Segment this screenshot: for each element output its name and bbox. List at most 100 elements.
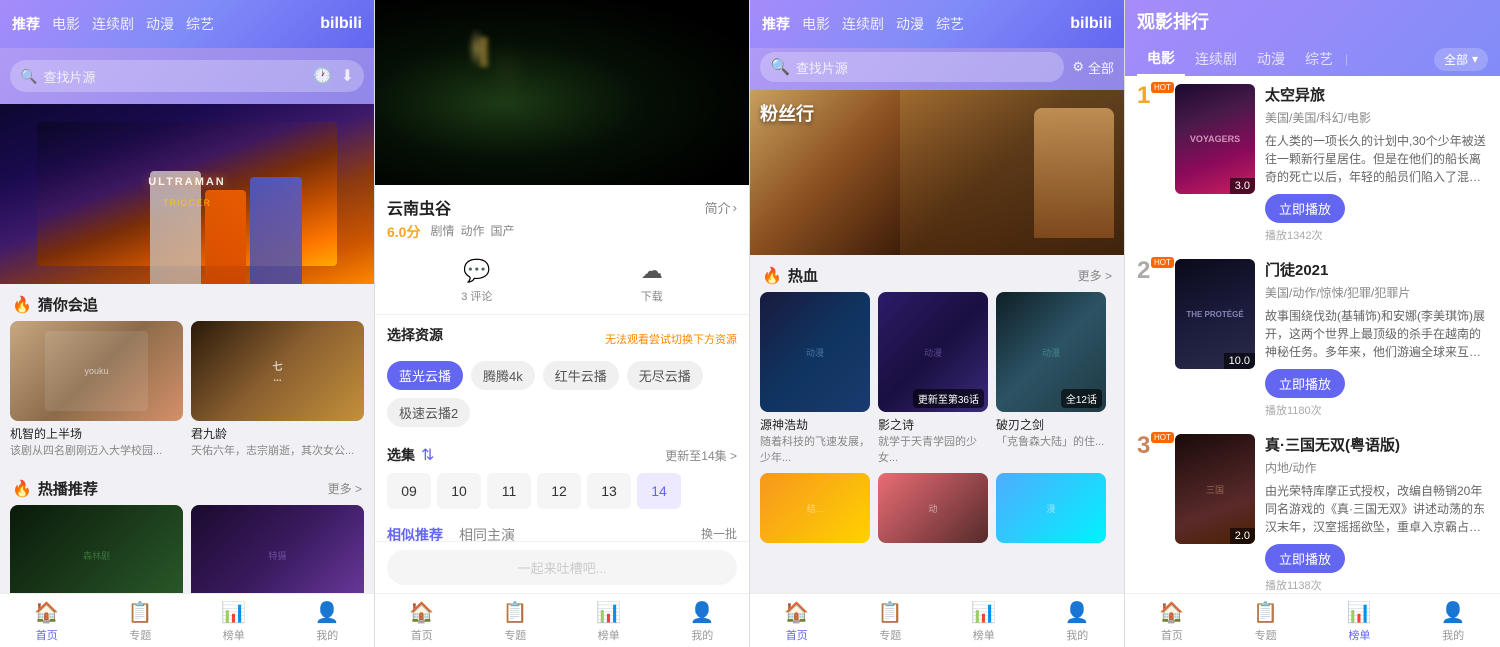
nav-item-anime-1[interactable]: 动漫 bbox=[146, 14, 174, 34]
hero-image-3[interactable]: 粉丝行 bbox=[750, 90, 1124, 255]
bottom-nav-home-1[interactable]: 🏠 首页 bbox=[0, 600, 94, 643]
filter-all-btn[interactable]: ⚙ 全部 bbox=[1072, 58, 1114, 77]
rank-item-1: 1 HOT VOYAGERS 3.0 太空异旅 美国/美国/科幻/电影 在人类的… bbox=[1137, 84, 1488, 243]
mine-icon-2: 👤 bbox=[690, 600, 715, 625]
episode-sort-icon[interactable]: ⇅ bbox=[421, 445, 434, 465]
rank-img-wrap-3[interactable]: 三国 2.0 bbox=[1175, 434, 1255, 544]
rank-title-1: 太空异旅 bbox=[1265, 84, 1488, 105]
hot-card-1[interactable]: 森林剧 bbox=[10, 505, 183, 593]
p4-tab-series[interactable]: 连续剧 bbox=[1185, 43, 1247, 75]
episode-btn-10[interactable]: 10 bbox=[437, 473, 481, 509]
hot-card-yuanshen[interactable]: 动漫 源神浩劫 随着科技的飞速发展，少年... bbox=[760, 292, 870, 465]
bottom-nav-topic-4[interactable]: 📋 专题 bbox=[1219, 600, 1313, 643]
chip-endless[interactable]: 无尽云播 bbox=[627, 361, 703, 390]
hot-card-shadow[interactable]: 动漫 更新至第36话 影之诗 就学于天青学园的少女... bbox=[878, 292, 988, 465]
home-label-4: 首页 bbox=[1161, 627, 1183, 643]
chip-tencent-4k[interactable]: 腾腾4k bbox=[471, 361, 535, 390]
topic-label-2: 专题 bbox=[504, 627, 526, 643]
rank-play-btn-2[interactable]: 立即播放 bbox=[1265, 369, 1345, 398]
nav-anime-3[interactable]: 动漫 bbox=[896, 14, 924, 34]
episode-btn-12[interactable]: 12 bbox=[537, 473, 581, 509]
hot-card-title-shadow: 影之诗 bbox=[878, 416, 988, 433]
nav-item-recommend-1[interactable]: 推荐 bbox=[12, 14, 40, 34]
comment-action[interactable]: 💬 3 评论 bbox=[461, 258, 492, 304]
episode-update[interactable]: 更新至14集 > bbox=[665, 447, 737, 464]
ranking-list: 1 HOT VOYAGERS 3.0 太空异旅 美国/美国/科幻/电影 在人类的… bbox=[1125, 76, 1500, 593]
chip-blue-cloud[interactable]: 蓝光云播 bbox=[387, 361, 463, 390]
section-guess-header: 🔥 猜你会追 bbox=[0, 284, 374, 321]
bottom-card-1[interactable]: 结... bbox=[760, 473, 870, 543]
bottom-nav-mine-1[interactable]: 👤 我的 bbox=[281, 600, 375, 643]
bottom-nav-mine-4[interactable]: 👤 我的 bbox=[1406, 600, 1500, 643]
download-icon-1[interactable]: ⬇ bbox=[341, 66, 354, 86]
bottom-nav-topic-2[interactable]: 📋 专题 bbox=[469, 600, 563, 643]
rank-play-btn-3[interactable]: 立即播放 bbox=[1265, 544, 1345, 573]
guess-card-1[interactable]: youku 机智的上半场 该剧从四名剧刚迈入大学校园... bbox=[10, 321, 183, 458]
bottom-card-2[interactable]: 动 bbox=[878, 473, 988, 543]
guess-img-inner-1: youku bbox=[10, 321, 183, 421]
filter-bar-3: 🔍 查找片源 ⚙ 全部 bbox=[750, 48, 1124, 90]
section-hot-blood-more[interactable]: 更多 > bbox=[1078, 267, 1112, 284]
rank-score-3: 2.0 bbox=[1230, 528, 1255, 544]
bottom-nav-rank-1[interactable]: 📊 榜单 bbox=[187, 600, 281, 643]
rank-play-btn-1[interactable]: 立即播放 bbox=[1265, 194, 1345, 223]
rec-tab-similar[interactable]: 相似推荐 bbox=[387, 525, 443, 541]
p4-tab-anime[interactable]: 动漫 bbox=[1247, 43, 1295, 75]
topic-icon-2: 📋 bbox=[503, 600, 528, 625]
rec-tab-cast[interactable]: 相同主演 bbox=[459, 525, 515, 541]
bottom-nav-2: 🏠 首页 📋 专题 📊 榜单 👤 我的 bbox=[375, 593, 749, 647]
comment-input-field[interactable]: 一起来吐槽吧... bbox=[387, 550, 737, 585]
episode-btn-11[interactable]: 11 bbox=[487, 473, 531, 509]
rank-play-count-1: 播放1342次 bbox=[1265, 227, 1488, 243]
download-action[interactable]: ☁ 下载 bbox=[641, 258, 663, 304]
bottom-nav-topic-1[interactable]: 📋 专题 bbox=[94, 600, 188, 643]
chip-speed2[interactable]: 极速云播2 bbox=[387, 398, 470, 427]
nav-movie-3[interactable]: 电影 bbox=[802, 14, 830, 34]
panel-1-content: ULTRAMAN TRIGGER 🔥 猜你会追 youku 机智的上半场 bbox=[0, 104, 374, 593]
guess-card-2[interactable]: 七... 君九龄 天佑六年，志宗崩逝，其次女公... bbox=[191, 321, 364, 458]
history-icon-1[interactable]: 🕐 bbox=[313, 66, 333, 86]
section-hot-more[interactable]: 更多 > bbox=[328, 480, 362, 497]
episode-btn-09[interactable]: 09 bbox=[387, 473, 431, 509]
bottom-nav-home-2[interactable]: 🏠 首页 bbox=[375, 600, 469, 643]
nav-series-3[interactable]: 连续剧 bbox=[842, 14, 884, 34]
hero-image-1[interactable]: ULTRAMAN TRIGGER bbox=[0, 104, 374, 284]
home-icon-1: 🏠 bbox=[34, 600, 59, 625]
nav-item-movie-1[interactable]: 电影 bbox=[52, 14, 80, 34]
episode-btn-13[interactable]: 13 bbox=[587, 473, 631, 509]
bottom-card-3[interactable]: 漫 bbox=[996, 473, 1106, 543]
bottom-nav-mine-2[interactable]: 👤 我的 bbox=[656, 600, 750, 643]
guess-card-desc-1: 该剧从四名剧刚迈入大学校园... bbox=[10, 442, 183, 458]
rank-img-wrap-1[interactable]: VOYAGERS 3.0 bbox=[1175, 84, 1255, 194]
p4-filter-btn[interactable]: 全部 ▾ bbox=[1434, 48, 1488, 71]
bottom-nav-topic-3[interactable]: 📋 专题 bbox=[844, 600, 938, 643]
bottom-nav-home-3[interactable]: 🏠 首页 bbox=[750, 600, 844, 643]
p4-tabs: 电影 连续剧 动漫 综艺 | 全部 ▾ bbox=[1137, 42, 1488, 76]
video-intro-btn[interactable]: 简介 › bbox=[705, 198, 737, 217]
p4-tab-movie[interactable]: 电影 bbox=[1137, 42, 1185, 76]
nav-variety-3[interactable]: 综艺 bbox=[936, 14, 964, 34]
download-action-icon: ☁ bbox=[641, 258, 663, 284]
video-player[interactable] bbox=[375, 0, 749, 185]
hot-card-2[interactable]: 特摄 bbox=[191, 505, 364, 593]
change-btn[interactable]: 换一批 bbox=[701, 525, 737, 541]
bottom-nav-rank-2[interactable]: 📊 榜单 bbox=[562, 600, 656, 643]
p4-tab-variety[interactable]: 综艺 bbox=[1295, 43, 1343, 75]
section-hot-title: 热播推荐 bbox=[38, 478, 98, 499]
nav-item-variety-1[interactable]: 综艺 bbox=[186, 14, 214, 34]
bottom-nav-rank-3[interactable]: 📊 榜单 bbox=[937, 600, 1031, 643]
search-bar-1[interactable]: 🔍 查找片源 🕐 ⬇ bbox=[10, 60, 364, 92]
video-intro-label: 简介 bbox=[705, 198, 731, 217]
nav-item-series-1[interactable]: 连续剧 bbox=[92, 14, 134, 34]
chip-redbull[interactable]: 红牛云播 bbox=[543, 361, 619, 390]
episode-btn-14[interactable]: 14 bbox=[637, 473, 681, 509]
rank-img-wrap-2[interactable]: THE PROTÉGÉ 10.0 bbox=[1175, 259, 1255, 369]
bottom-nav-mine-3[interactable]: 👤 我的 bbox=[1031, 600, 1125, 643]
bottom-scroll-3: 结... 动 漫 bbox=[750, 473, 1124, 551]
bottom-nav-home-4[interactable]: 🏠 首页 bbox=[1125, 600, 1219, 643]
nav-recommend-3[interactable]: 推荐 bbox=[762, 14, 790, 34]
topic-icon-3: 📋 bbox=[878, 600, 903, 625]
filter-search-3[interactable]: 🔍 查找片源 bbox=[760, 52, 1064, 82]
bottom-nav-rank-4[interactable]: 📊 榜单 bbox=[1313, 600, 1407, 643]
hot-card-blade[interactable]: 动漫 全12话 破刃之剑 「克鲁森大陆」的住... bbox=[996, 292, 1106, 465]
